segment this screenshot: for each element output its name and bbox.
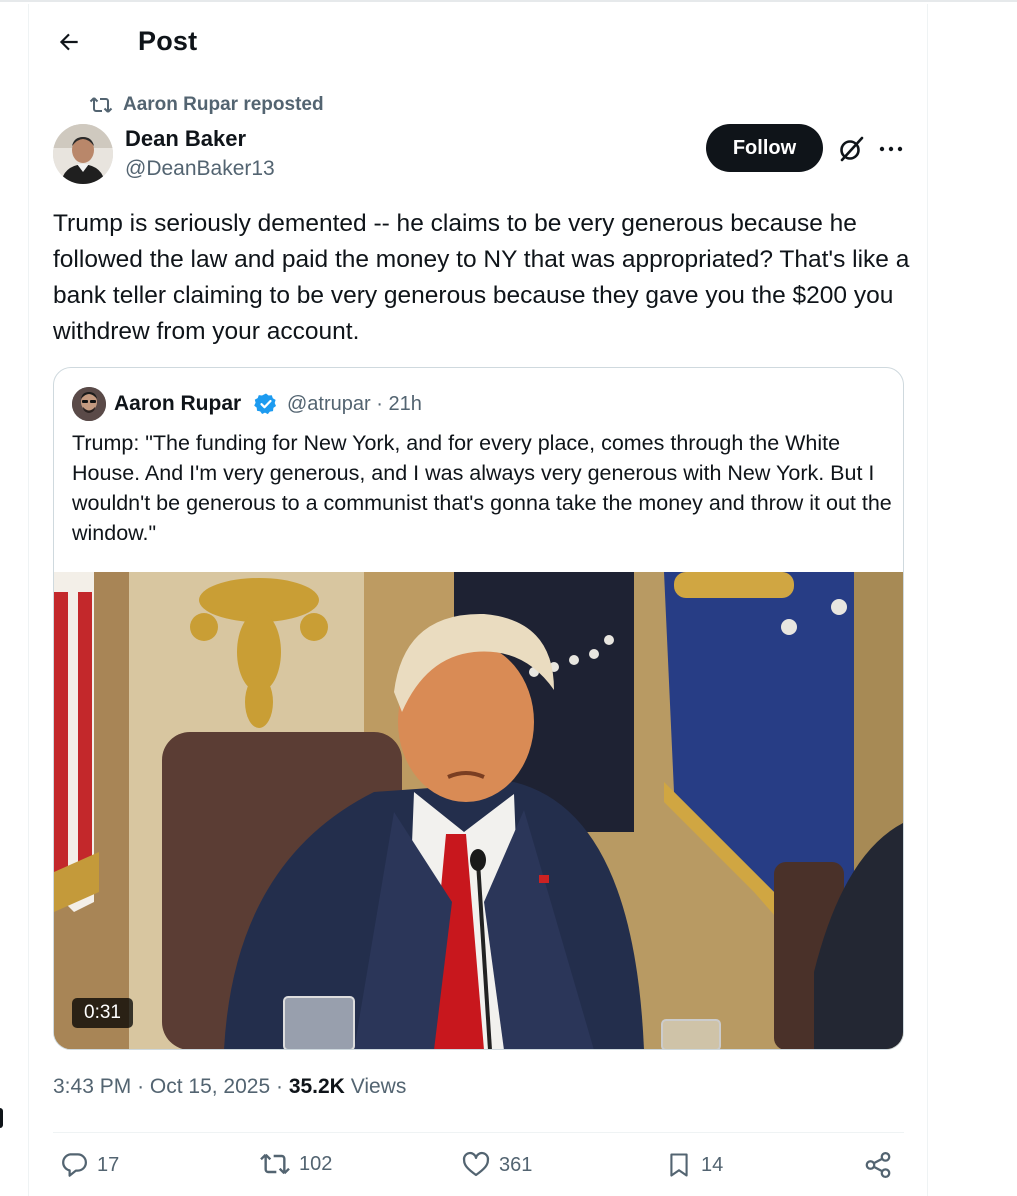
author-avatar[interactable]: [53, 124, 113, 184]
video-thumbnail: [54, 572, 903, 1049]
quote-meta: @atrupar · 21h: [287, 393, 422, 416]
action-bar: 17 102 361 14: [53, 1144, 904, 1190]
reply-icon: [62, 1153, 87, 1177]
divider: [53, 1132, 904, 1133]
video-duration: 0:31: [72, 998, 133, 1028]
views-label: Views: [350, 1075, 407, 1098]
share-icon: [865, 1152, 891, 1178]
verified-badge-icon: [254, 393, 276, 415]
bookmark-button[interactable]: 14: [665, 1150, 723, 1180]
more-options-button[interactable]: [874, 132, 908, 166]
header: Post: [29, 4, 929, 79]
quote-time[interactable]: 21h: [388, 393, 421, 415]
post-text: Trump is seriously demented -- he claims…: [53, 210, 910, 345]
repost-count: 102: [299, 1152, 333, 1175]
share-button[interactable]: [863, 1150, 893, 1180]
repost-button[interactable]: 102: [259, 1150, 332, 1178]
grok-button[interactable]: [834, 132, 868, 166]
quoted-post[interactable]: Aaron Rupar @atrupar · 21h Trump: "The f…: [53, 367, 904, 1050]
back-button[interactable]: [51, 24, 87, 60]
post-time[interactable]: 3:43 PM: [53, 1075, 131, 1098]
like-count: 361: [499, 1153, 533, 1176]
author-name[interactable]: Dean Baker: [125, 126, 246, 152]
repost-indicator[interactable]: Aaron Rupar reposted: [89, 94, 324, 116]
back-arrow-icon: [59, 33, 78, 51]
post-column: Post Aaron Rupar reposted Dean Baker @De…: [28, 4, 928, 1196]
author-handle[interactable]: @DeanBaker13: [125, 157, 275, 181]
reply-count: 17: [97, 1153, 120, 1176]
like-icon: [462, 1151, 490, 1177]
like-button[interactable]: 361: [461, 1150, 532, 1180]
quote-author-name[interactable]: Aaron Rupar: [114, 392, 241, 416]
page-title: Post: [138, 26, 198, 56]
repost-icon: [89, 97, 113, 113]
views-count: 35.2K: [288, 1075, 345, 1098]
meta-separator: ·: [376, 393, 389, 415]
meta-separator: ·: [137, 1075, 150, 1098]
bookmark-icon: [670, 1153, 688, 1177]
post-date[interactable]: Oct 15, 2025: [150, 1075, 270, 1098]
repost-text: Aaron Rupar reposted: [123, 94, 324, 115]
reply-button[interactable]: 17: [59, 1150, 119, 1180]
meta-separator: ·: [275, 1075, 289, 1098]
repost-icon: [260, 1153, 290, 1175]
follow-button[interactable]: Follow: [706, 124, 823, 172]
quote-avatar[interactable]: [72, 387, 106, 421]
bookmark-count: 14: [701, 1153, 724, 1176]
quote-text: Trump: "The funding for New York, and fo…: [72, 431, 892, 545]
quote-handle[interactable]: @atrupar: [287, 393, 371, 415]
more-icon: [879, 146, 903, 152]
post-meta: 3:43 PM · Oct 15, 2025 · 35.2K Views: [53, 1075, 406, 1099]
edge-marker: [0, 1108, 3, 1128]
grok-icon: [840, 136, 864, 162]
quote-video[interactable]: 0:31: [54, 572, 903, 1049]
